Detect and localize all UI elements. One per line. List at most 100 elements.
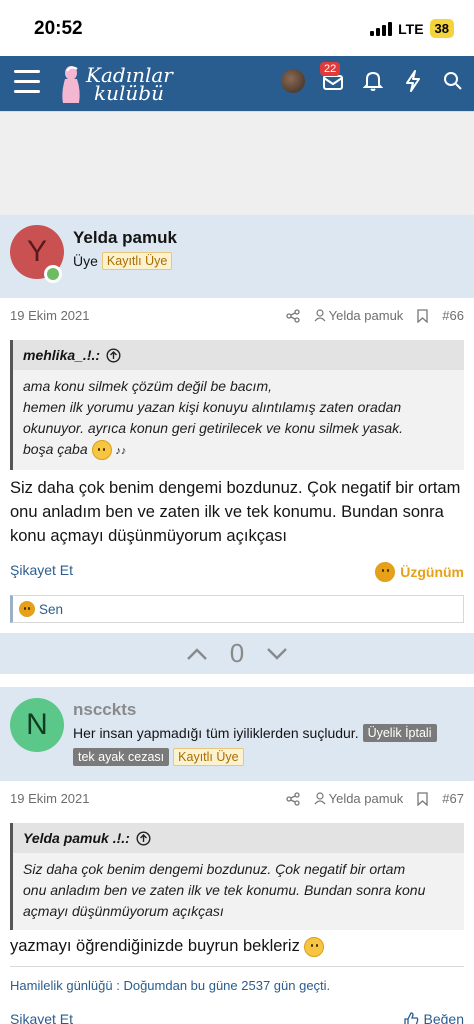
bolt-icon bbox=[406, 70, 420, 92]
quote-header[interactable]: mehlika_.!.: bbox=[13, 340, 464, 370]
quote-line: onu anladım ben ve zaten ilk ve tek konu… bbox=[23, 882, 426, 898]
logo-line2: kulübü bbox=[94, 81, 164, 105]
like-button[interactable]: Beğen bbox=[403, 1011, 464, 1024]
vote-bar: 0 bbox=[0, 633, 474, 674]
signal-icon bbox=[370, 21, 393, 36]
author-link-label: Yelda pamuk bbox=[328, 791, 404, 806]
rolling-eyes-emoji-icon bbox=[304, 936, 325, 957]
post-66-body: 19 Ekim 2021 Yelda pamuk #66 mehlika_.!.… bbox=[0, 298, 474, 633]
rolling-eyes-emoji-icon bbox=[91, 440, 112, 461]
quote-body: Siz daha çok benim dengemi bozdunuz. Çok… bbox=[13, 853, 464, 930]
bookmark-icon[interactable] bbox=[417, 308, 428, 323]
quote-line: hemen ilk yorumu yazan kişi konuyu alınt… bbox=[23, 399, 402, 415]
username[interactable]: nscckts bbox=[73, 700, 136, 720]
avatar bbox=[281, 69, 305, 93]
quote-header[interactable]: Yelda pamuk .!.: bbox=[13, 823, 464, 853]
post-date[interactable]: 19 Ekim 2021 bbox=[10, 308, 90, 323]
site-logo[interactable]: Kadınlar kulübü bbox=[58, 60, 173, 108]
user-title: Üye Kayıtlı Üye bbox=[73, 252, 173, 270]
quote-author: Yelda pamuk .!.: bbox=[23, 830, 130, 846]
user-badge: Kayıtlı Üye bbox=[101, 252, 173, 270]
reactions-by: Sen bbox=[39, 601, 64, 617]
author-link[interactable]: Yelda pamuk bbox=[314, 791, 404, 806]
author-link-label: Yelda pamuk bbox=[328, 308, 404, 323]
quote-line: ama konu silmek çözüm değil be bacım, bbox=[23, 378, 272, 394]
post-date[interactable]: 19 Ekim 2021 bbox=[10, 791, 90, 806]
user-title: Her insan yapmadığı tüm iyiliklerden suç… bbox=[73, 724, 468, 766]
logo-figure-icon bbox=[58, 63, 84, 105]
inbox-button[interactable]: 22 bbox=[320, 62, 346, 94]
thumbs-up-icon bbox=[403, 1011, 418, 1024]
user-icon bbox=[314, 309, 326, 322]
user-avatar-button[interactable] bbox=[280, 68, 306, 94]
quote-body: ama konu silmek çözüm değil be bacım, he… bbox=[13, 370, 464, 470]
reaction-label: Üzgünüm bbox=[400, 564, 464, 580]
alerts-button[interactable] bbox=[360, 68, 386, 94]
report-link[interactable]: Şikayet Et bbox=[10, 562, 73, 578]
search-button[interactable] bbox=[440, 68, 466, 94]
downvote-chevron-icon[interactable] bbox=[266, 647, 288, 661]
nav-icons: 22 bbox=[280, 62, 466, 94]
post-footer: Şikayet Et Beğen bbox=[10, 1011, 464, 1024]
online-status-icon bbox=[44, 265, 62, 283]
battery-icon: 38 bbox=[429, 19, 454, 38]
avatar[interactable]: N bbox=[10, 698, 64, 752]
post-actions: Yelda pamuk #66 bbox=[285, 308, 464, 323]
reaction-button[interactable]: Üzgünüm bbox=[375, 562, 464, 582]
search-icon bbox=[444, 72, 462, 90]
post-66-header: Y Yelda pamuk Üye Kayıtlı Üye bbox=[0, 215, 474, 298]
report-link[interactable]: Şikayet Et bbox=[10, 1011, 73, 1024]
whats-new-button[interactable] bbox=[400, 68, 426, 94]
like-label: Beğen bbox=[423, 1011, 464, 1024]
post-meta: 19 Ekim 2021 Yelda pamuk #67 bbox=[10, 791, 464, 811]
user-badge: Kayıtlı Üye bbox=[173, 748, 244, 766]
music-notes-icon: ♪♪ bbox=[115, 445, 127, 457]
upvote-chevron-icon[interactable] bbox=[186, 647, 208, 661]
post-67-body: 19 Ekim 2021 Yelda pamuk #67 Yelda pamuk… bbox=[0, 781, 474, 1024]
user-title-text: Üye bbox=[73, 253, 98, 269]
user-title-text: Her insan yapmadığı tüm iyiliklerden suç… bbox=[73, 725, 359, 741]
user-icon bbox=[314, 792, 326, 805]
ad-placeholder bbox=[0, 111, 474, 215]
share-icon[interactable] bbox=[285, 791, 300, 806]
post-footer: Şikayet Et Üzgünüm bbox=[10, 562, 464, 584]
status-bar: 20:52 LTE 38 bbox=[0, 0, 474, 56]
author-link[interactable]: Yelda pamuk bbox=[314, 308, 404, 323]
notification-badge: 22 bbox=[320, 62, 341, 76]
post-gap bbox=[0, 674, 474, 687]
bell-icon bbox=[363, 71, 383, 91]
quote-line: açmayı düşünmüyorum açıkçası bbox=[23, 903, 224, 919]
post-message-text: yazmayı öğrendiğinizde buyrun bekleriz bbox=[10, 937, 300, 955]
quote-block: mehlika_.!.: ama konu silmek çözüm değil… bbox=[10, 340, 464, 470]
post-actions: Yelda pamuk #67 bbox=[285, 791, 464, 806]
user-badge: tek ayak cezası bbox=[73, 748, 170, 766]
status-time: 20:52 bbox=[34, 18, 83, 39]
network-label: LTE bbox=[398, 20, 424, 37]
share-icon[interactable] bbox=[285, 308, 300, 323]
post-number[interactable]: #66 bbox=[442, 308, 464, 323]
post-meta: 19 Ekim 2021 Yelda pamuk #66 bbox=[10, 308, 464, 328]
arrow-up-circle-icon[interactable] bbox=[136, 830, 151, 846]
status-right: LTE 38 bbox=[370, 19, 454, 38]
sad-emoji-icon bbox=[19, 601, 35, 617]
username[interactable]: Yelda pamuk bbox=[73, 228, 177, 248]
arrow-up-circle-icon[interactable] bbox=[106, 347, 121, 363]
signature[interactable]: Hamilelik günlüğü : Doğumdan bu güne 253… bbox=[10, 978, 330, 993]
sad-emoji-icon bbox=[375, 562, 396, 582]
quote-line-last: boşa çaba ♪♪ bbox=[23, 439, 454, 462]
post-message: yazmayı öğrendiğinizde buyrun bekleriz bbox=[10, 934, 466, 958]
top-navbar: Kadınlar kulübü 22 bbox=[0, 56, 474, 111]
bookmark-icon[interactable] bbox=[417, 791, 428, 806]
reactions-bar[interactable]: Sen bbox=[10, 595, 464, 623]
quote-block: Yelda pamuk .!.: Siz daha çok benim deng… bbox=[10, 823, 464, 930]
logo-text: Kadınlar kulübü bbox=[86, 65, 173, 105]
quote-line: Siz daha çok benim dengemi bozdunuz. Çok… bbox=[23, 861, 406, 877]
quote-line: okunuyor. ayrıca konun geri getirilecek … bbox=[23, 420, 403, 436]
signature-divider bbox=[10, 966, 464, 967]
post-message: Siz daha çok benim dengemi bozdunuz. Çok… bbox=[10, 479, 461, 545]
menu-icon[interactable] bbox=[14, 70, 40, 94]
post-number[interactable]: #67 bbox=[442, 791, 464, 806]
quote-author: mehlika_.!.: bbox=[23, 347, 101, 363]
quote-line: boşa çaba bbox=[23, 441, 88, 457]
vote-count: 0 bbox=[229, 638, 245, 668]
